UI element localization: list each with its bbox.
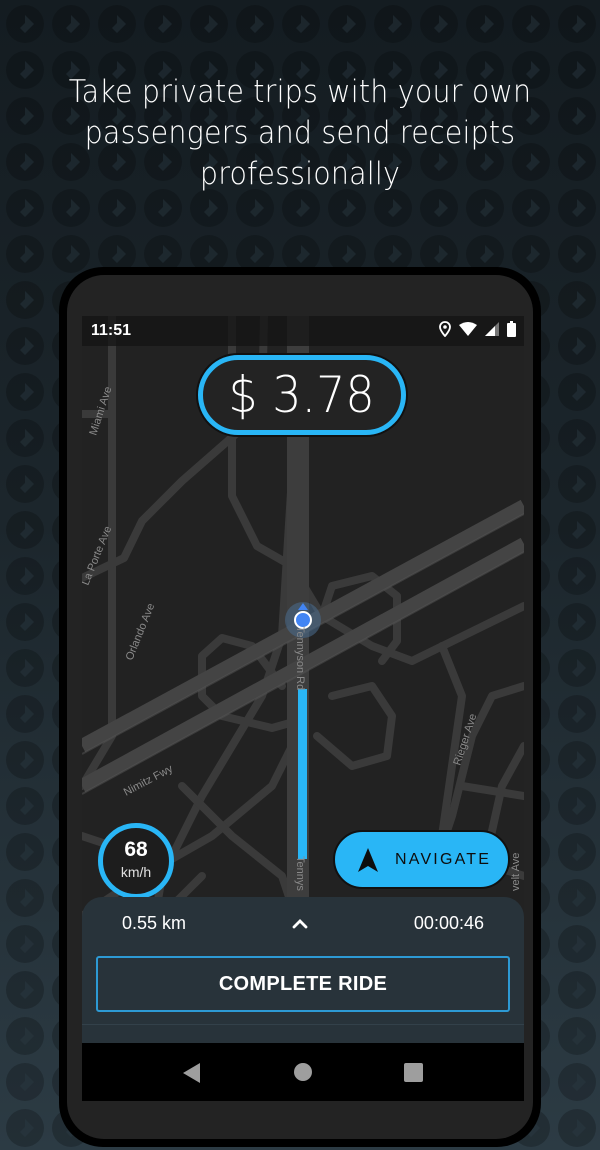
back-icon[interactable]	[183, 1063, 201, 1083]
road-label-velt-ave: velt Ave	[510, 853, 522, 891]
fare-display: $ 3.78	[198, 355, 406, 435]
headline-line-3: professionally	[199, 156, 401, 192]
home-icon[interactable]	[294, 1063, 312, 1081]
road-label-tennyson-rd: Tennyson Rd	[294, 626, 306, 690]
status-time: 11:51	[91, 322, 132, 339]
system-nav-bar	[82, 1043, 524, 1101]
recents-icon[interactable]	[404, 1063, 423, 1082]
app-screen: Miami Ave La Porte Ave Orlando Ave Nimit…	[82, 316, 524, 1101]
headline-line-1: Take private trips with your own	[68, 74, 532, 110]
cell-signal-icon	[485, 322, 499, 336]
speedometer: 68 km/h	[98, 823, 174, 899]
trip-bottom-sheet: 0.55 km 00:00:46 COMPLETE RIDE	[82, 897, 524, 1043]
chevron-up-icon[interactable]	[291, 916, 309, 930]
navigation-arrow-icon	[358, 847, 378, 872]
navigate-button[interactable]: NAVIGATE	[333, 830, 510, 889]
status-bar: 11:51	[82, 316, 524, 346]
speed-value: 68	[124, 838, 148, 861]
fare-amount: $ 3.78	[228, 366, 376, 424]
sheet-divider	[82, 1024, 524, 1025]
headline-line-2: passengers and send receipts	[84, 115, 516, 151]
battery-icon	[507, 321, 516, 337]
complete-ride-button[interactable]: COMPLETE RIDE	[96, 956, 510, 1012]
trip-distance: 0.55 km	[122, 913, 187, 933]
trip-elapsed-time: 00:00:46	[413, 913, 484, 933]
road-label-tennys: Tennys	[294, 856, 306, 891]
speed-unit: km/h	[120, 864, 152, 880]
wifi-icon	[459, 322, 477, 336]
location-pin-icon	[439, 321, 451, 337]
route-line	[298, 689, 307, 859]
navigate-label: NAVIGATE	[395, 850, 492, 868]
promo-headline: Take private trips with your own passeng…	[24, 72, 576, 195]
